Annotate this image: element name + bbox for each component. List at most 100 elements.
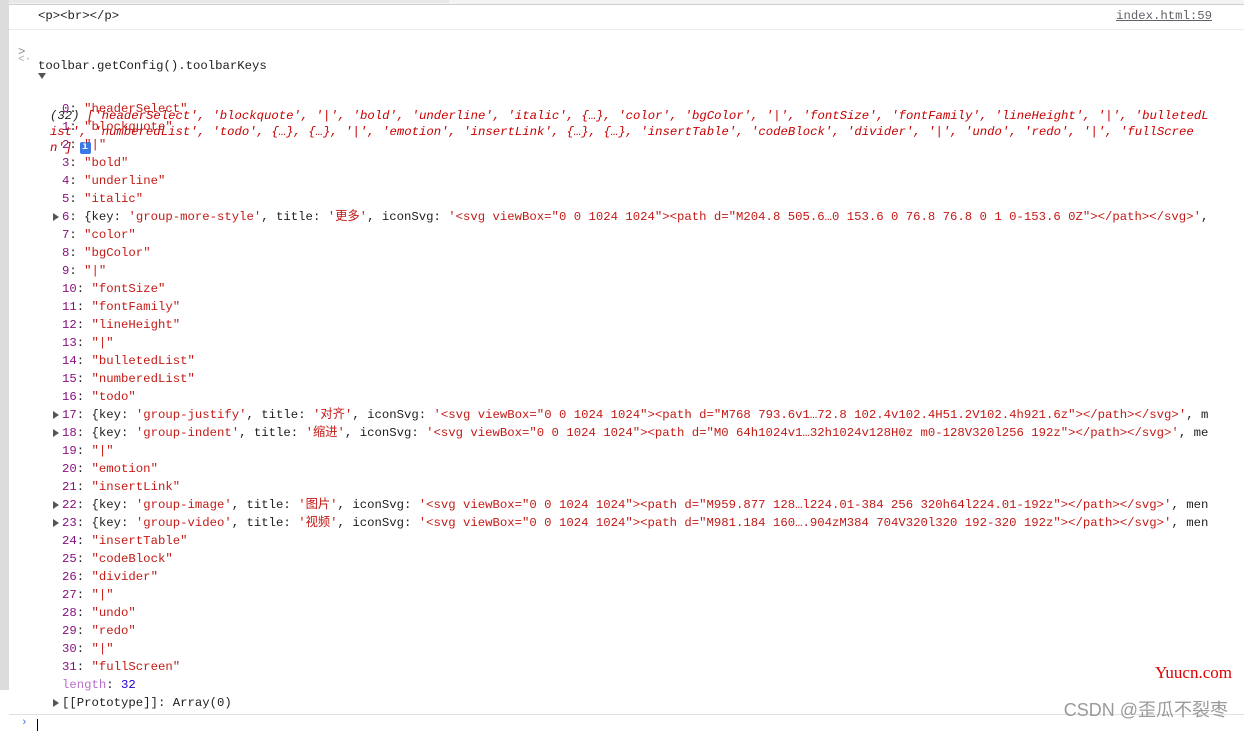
entry-value: "bulletedList" [91,354,195,368]
entry-value: "color" [84,228,136,242]
entry-tail: , m [1186,408,1209,422]
entry-value: "|" [91,642,114,656]
entry-icon-svg: '<svg viewBox="0 0 1024 1024"><path d="M… [433,408,1187,422]
entry-index: 10 [62,282,77,296]
expand-triangle-icon[interactable] [53,429,59,437]
entry-index: 6 [62,210,70,224]
entry-index: 20 [62,462,77,476]
array-entry: 24: "insertTable" [62,534,188,548]
entry-index: 5 [62,192,70,206]
array-entry: 10: "fontSize" [62,282,166,296]
prop-name: iconSvg [359,426,412,440]
entry-index: 18 [62,426,77,440]
entry-value: "divider" [91,570,158,584]
expand-triangle-icon[interactable] [53,519,59,527]
array-entries: 0: "headerSelect" 1: "blockquote" 2: "|" 3:… [9,100,1244,712]
array-entry: 5: "italic" [62,192,144,206]
entry-index: 8 [62,246,70,260]
entry-index: 14 [62,354,77,368]
array-entry[interactable]: 6: {key: 'group-more-style', title: '更多'… [9,208,1244,226]
entry-key: 'group-video' [135,516,232,530]
entry-value: "headerSelect" [84,102,188,116]
entry-index: 21 [62,480,77,494]
array-entry: 14: "bulletedList" [62,354,195,368]
entry-tail: , [1200,210,1209,224]
entry-value: "blockquote" [84,120,173,134]
entry-value: "|" [91,588,114,602]
array-entry: 26: "divider" [62,570,158,584]
expand-triangle-icon[interactable] [53,411,59,419]
console-log-message: <p><br></p> index.html:59 [9,5,1244,30]
entry-value: "redo" [91,624,136,638]
console-scrollbar[interactable] [0,0,9,690]
entry-title: '图片' [298,498,338,512]
watermark-site: Yuucn.com [1155,663,1232,682]
prop-name: iconSvg [352,516,404,530]
entry-value: "insertLink" [91,480,181,494]
length-value: 32 [121,678,136,692]
prototype-property[interactable]: [[Prototype]]: Array(0) [9,694,1244,712]
entry-index: 9 [62,264,70,278]
expand-triangle-icon[interactable] [53,213,59,221]
entry-value: "|" [91,444,114,458]
length-property: length: 32 [62,678,136,692]
array-entry[interactable]: 22: {key: 'group-image', title: '图片', ic… [9,496,1244,514]
entry-value: "undo" [91,606,136,620]
prop-name: key [98,426,122,440]
source-link[interactable]: index.html:59 [1116,9,1212,23]
array-entry: 0: "headerSelect" [62,102,188,116]
entry-index: 12 [62,318,77,332]
entry-index: 28 [62,606,77,620]
console-prompt-input[interactable]: › [9,714,1244,731]
entry-index: 29 [62,624,77,638]
horizontal-scrollbar[interactable] [9,0,449,3]
entry-value: "todo" [91,390,136,404]
array-entry: 13: "|" [62,336,114,350]
array-entry: 3: "bold" [62,156,129,170]
array-entry: 19: "|" [62,444,114,458]
entry-value: "|" [91,336,114,350]
entry-value: "insertTable" [91,534,188,548]
array-entry: 28: "undo" [62,606,136,620]
expand-triangle-icon[interactable] [53,501,59,509]
prompt-chevron-icon: › [21,717,28,729]
array-entry[interactable]: 17: {key: 'group-justify', title: '对齐', … [9,406,1244,424]
array-entry: 4: "underline" [62,174,166,188]
prop-name: title [276,210,313,224]
entry-title: '缩进' [305,426,345,440]
collapse-triangle-icon[interactable] [38,73,46,79]
entry-key: 'group-more-style' [128,210,262,224]
entry-index: 2 [62,138,70,152]
entry-value: "bold" [84,156,129,170]
entry-tail: , men [1171,498,1209,512]
entry-tail: , men [1171,516,1209,530]
array-entry: 2: "|" [62,138,107,152]
prop-name: key [98,408,122,422]
array-entry[interactable]: 18: {key: 'group-indent', title: '缩进', i… [9,424,1244,442]
entry-value: "lineHeight" [91,318,181,332]
entry-index: 31 [62,660,77,674]
entry-value: "fullScreen" [91,660,181,674]
array-entry: 21: "insertLink" [62,480,181,494]
prop-name: iconSvg [367,408,419,422]
prototype-value: Array(0) [172,696,232,710]
entry-key: 'group-indent' [135,426,240,440]
entry-index: 17 [62,408,77,422]
entry-icon-svg: '<svg viewBox="0 0 1024 1024"><path d="M… [418,498,1172,512]
entry-key: 'group-justify' [135,408,247,422]
prop-name: key [98,498,122,512]
array-entry: 12: "lineHeight" [62,318,181,332]
entry-value: "underline" [84,174,166,188]
entry-value: "fontFamily" [91,300,181,314]
entry-index: 22 [62,498,77,512]
array-entry[interactable]: 23: {key: 'group-video', title: '视频', ic… [9,514,1244,532]
entry-value: "|" [84,138,107,152]
array-entry: 27: "|" [62,588,114,602]
array-entry: 20: "emotion" [62,462,158,476]
entry-index: 3 [62,156,70,170]
array-entry: 9: "|" [62,264,107,278]
expand-triangle-icon[interactable] [53,699,59,707]
prop-name: key [98,516,122,530]
entry-value: "codeBlock" [91,552,173,566]
entry-title: '对齐' [312,408,353,422]
